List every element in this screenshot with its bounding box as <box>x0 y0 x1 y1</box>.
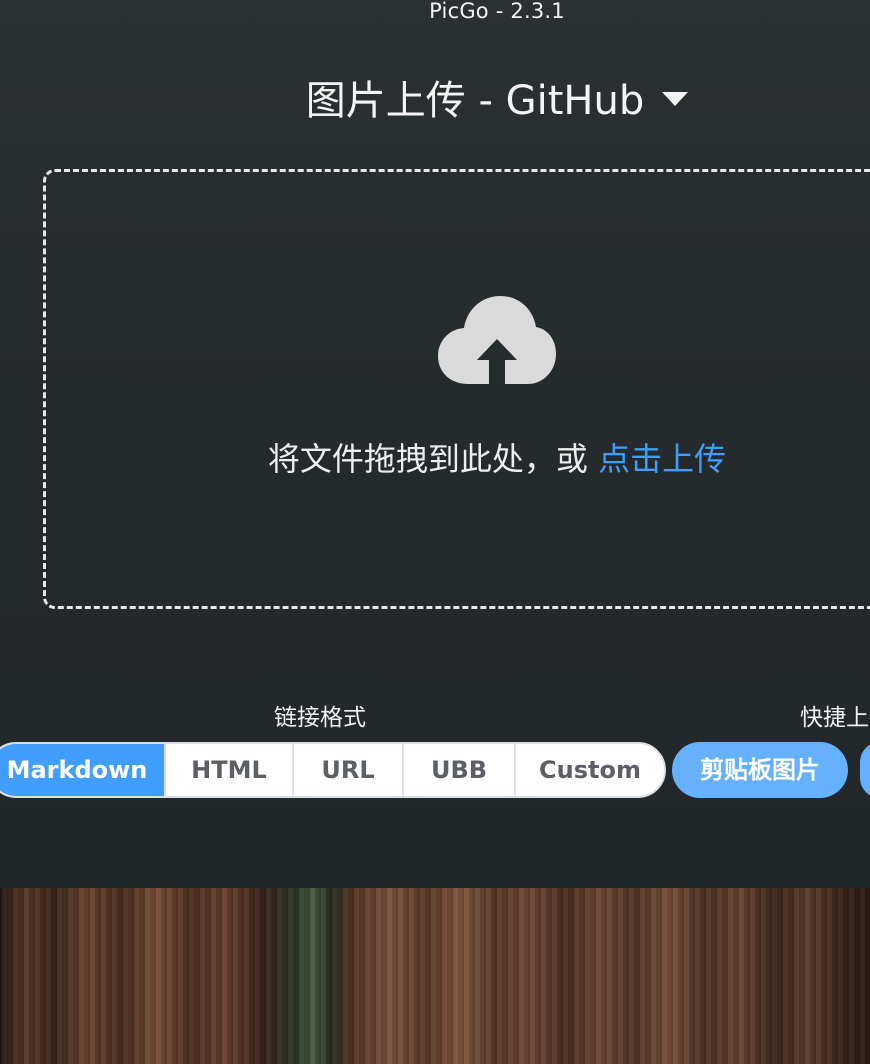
upload-hint: 将文件拖拽到此处，或 点击上传 <box>0 436 870 482</box>
clipboard-upload-button[interactable]: 剪贴板图片 <box>672 742 848 798</box>
picbed-title-text: 图片上传 - GitHub <box>305 78 645 124</box>
upload-drop-zone[interactable] <box>43 169 870 609</box>
picbed-selector[interactable]: 图片上传 - GitHub <box>0 74 870 128</box>
click-upload-link[interactable]: 点击上传 <box>598 440 726 478</box>
link-format-group: Markdown HTML URL UBB Custom <box>0 742 666 798</box>
quick-upload-label: 快捷上 <box>800 705 869 731</box>
picgo-window: PicGo - 2.3.1 图片上传 - GitHub 将文件拖拽到此处，或 点… <box>0 0 870 888</box>
format-url-button[interactable]: URL <box>292 744 402 796</box>
cloud-upload-icon[interactable] <box>438 296 556 386</box>
format-html-button[interactable]: HTML <box>164 744 292 796</box>
upload-hint-text: 将文件拖拽到此处，或 <box>267 440 599 478</box>
caret-down-icon[interactable] <box>662 92 689 106</box>
quick-upload-button-partial[interactable] <box>860 742 870 798</box>
link-format-label: 链接格式 <box>274 705 366 731</box>
window-title: PicGo - 2.3.1 <box>429 0 565 23</box>
format-ubb-button[interactable]: UBB <box>402 744 514 796</box>
background-forest-photo <box>0 888 870 1064</box>
format-custom-button[interactable]: Custom <box>514 744 664 796</box>
format-markdown-button[interactable]: Markdown <box>0 744 164 796</box>
